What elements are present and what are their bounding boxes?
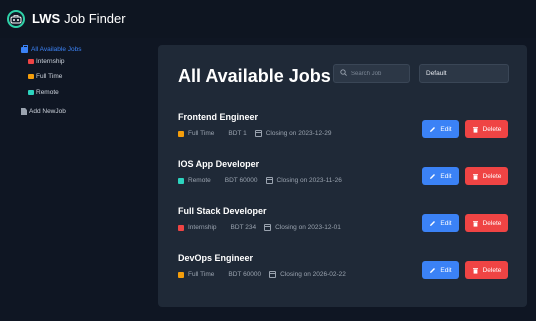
job-deadline: Closing on 2026-02-22 — [280, 271, 346, 278]
calendar-icon — [265, 177, 273, 184]
sidebar: All Available Jobs Internship Full Time … — [0, 38, 148, 321]
job-type-color-icon — [178, 271, 184, 278]
delete-button[interactable]: Delete — [465, 214, 508, 232]
trash-icon — [472, 173, 478, 180]
job-row: Full Stack Developer Internship BDT 234 … — [178, 206, 511, 246]
calendar-icon — [269, 271, 277, 278]
pencil-icon — [430, 267, 436, 273]
internship-color-icon — [28, 59, 34, 64]
delete-button[interactable]: Delete — [465, 261, 508, 279]
search-input[interactable] — [351, 67, 407, 80]
remote-color-icon — [28, 90, 34, 95]
briefcase-icon — [21, 45, 28, 53]
search-box[interactable] — [333, 64, 410, 83]
job-type-color-icon — [178, 130, 184, 137]
sort-select[interactable]: Default — [419, 64, 509, 83]
brand-rest: Job Finder — [64, 11, 126, 26]
edit-label: Edit — [440, 266, 452, 274]
edit-label: Edit — [440, 219, 452, 227]
sidebar-item-all-jobs[interactable]: All Available Jobs — [21, 45, 82, 53]
page-title: All Available Jobs — [178, 66, 331, 86]
delete-button[interactable]: Delete — [465, 120, 508, 138]
job-row: DevOps Engineer Full Time BDT 60000 Clos… — [178, 253, 511, 293]
sidebar-item-full-time[interactable]: Full Time — [28, 73, 62, 80]
job-row: IOS App Developer Remote BDT 60000 Closi… — [178, 159, 511, 199]
job-deadline: Closing on 2023-12-29 — [265, 130, 332, 137]
job-type-color-icon — [178, 224, 184, 231]
pencil-icon — [430, 126, 436, 132]
job-salary: BDT 60000 — [224, 177, 258, 184]
job-row: Frontend Engineer Full Time BDT 1 Closin… — [178, 112, 511, 152]
sidebar-item-add-job[interactable]: Add NewJob — [21, 108, 66, 115]
pencil-icon — [430, 173, 436, 179]
trash-icon — [472, 126, 478, 133]
job-type: Full Time — [188, 271, 215, 278]
edit-button[interactable]: Edit — [422, 120, 459, 138]
logo-icon[interactable] — [7, 10, 25, 28]
job-meta: Internship BDT 234 Closing on 2023-12-01 — [178, 224, 341, 231]
calendar-icon — [254, 130, 262, 137]
edit-button[interactable]: Edit — [422, 167, 459, 185]
job-title[interactable]: DevOps Engineer — [178, 253, 253, 263]
job-meta: Remote BDT 60000 Closing on 2023-11-26 — [178, 177, 342, 184]
pencil-icon — [430, 220, 436, 226]
edit-label: Edit — [440, 172, 452, 180]
delete-label: Delete — [482, 125, 502, 133]
sidebar-item-remote[interactable]: Remote — [28, 89, 59, 96]
sidebar-item-label: Remote — [36, 89, 59, 96]
job-type: Full Time — [188, 130, 215, 137]
full-time-color-icon — [28, 74, 34, 79]
job-title[interactable]: IOS App Developer — [178, 159, 259, 169]
jobs-panel: All Available Jobs Default Frontend Engi… — [158, 45, 527, 307]
delete-label: Delete — [482, 266, 502, 274]
delete-label: Delete — [482, 172, 502, 180]
calendar-icon — [264, 224, 272, 231]
job-salary: BDT 60000 — [228, 271, 262, 278]
sidebar-item-label: Internship — [36, 58, 65, 65]
sidebar-item-internship[interactable]: Internship — [28, 58, 65, 65]
delete-label: Delete — [482, 219, 502, 227]
trash-icon — [472, 220, 478, 227]
job-type-color-icon — [178, 177, 184, 184]
top-navbar: LWS Job Finder — [0, 0, 536, 38]
job-meta: Full Time BDT 60000 Closing on 2026-02-2… — [178, 271, 346, 278]
job-salary: BDT 1 — [228, 130, 247, 137]
job-deadline: Closing on 2023-12-01 — [275, 224, 341, 231]
edit-label: Edit — [440, 125, 452, 133]
edit-button[interactable]: Edit — [422, 214, 459, 232]
job-title[interactable]: Frontend Engineer — [178, 112, 258, 122]
brand-bold: LWS — [32, 11, 61, 26]
job-title[interactable]: Full Stack Developer — [178, 206, 267, 216]
search-icon — [340, 69, 347, 76]
job-salary: BDT 234 — [230, 224, 257, 231]
sidebar-item-label: Full Time — [36, 73, 63, 80]
delete-button[interactable]: Delete — [465, 167, 508, 185]
sidebar-item-label: Add NewJob — [29, 108, 66, 115]
brand-name[interactable]: LWS Job Finder — [32, 11, 126, 26]
job-type: Internship — [188, 224, 217, 231]
edit-button[interactable]: Edit — [422, 261, 459, 279]
sidebar-item-label: All Available Jobs — [31, 46, 82, 53]
job-meta: Full Time BDT 1 Closing on 2023-12-29 — [178, 130, 331, 137]
file-plus-icon — [21, 108, 27, 115]
trash-icon — [472, 267, 478, 274]
job-type: Remote — [188, 177, 211, 184]
job-deadline: Closing on 2023-11-26 — [276, 177, 342, 184]
